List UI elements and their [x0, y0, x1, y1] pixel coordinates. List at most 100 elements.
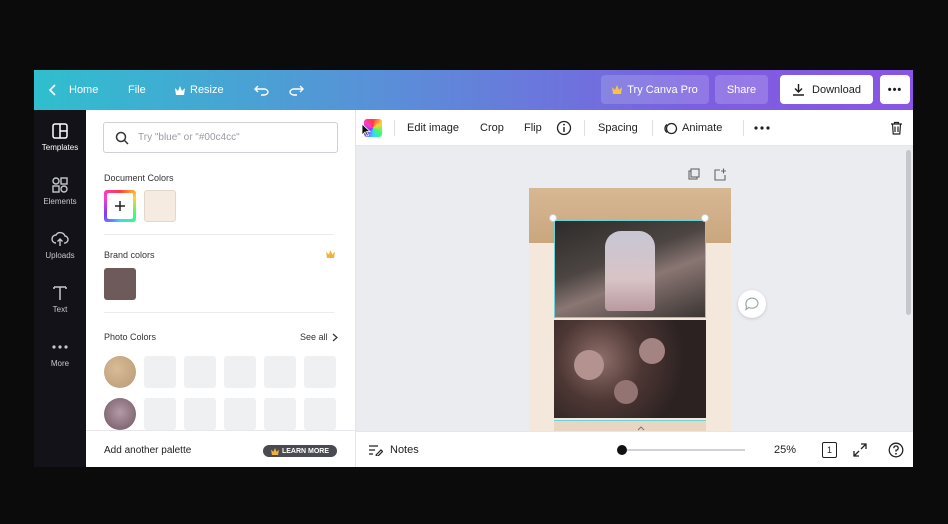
left-rail: Templates Elements Uploads Text More	[34, 110, 86, 467]
more-icon	[52, 345, 68, 349]
selected-photo-frame[interactable]	[554, 220, 706, 318]
divider	[743, 120, 744, 136]
uploads-icon	[51, 231, 69, 246]
add-color-button[interactable]	[104, 190, 136, 222]
brand-colors-title: Brand colors	[104, 250, 155, 260]
photo-color-swatch[interactable]	[184, 398, 216, 430]
crown-icon	[271, 447, 279, 455]
editor-toolbar: Edit image Crop Flip Spacing Animate	[356, 110, 913, 146]
crown-icon	[175, 85, 185, 95]
download-icon	[793, 84, 805, 96]
photo-thumbnail[interactable]	[104, 356, 136, 388]
delete-button[interactable]	[890, 110, 903, 146]
photo-rose	[639, 338, 665, 364]
notes-button[interactable]: Notes	[368, 432, 419, 467]
home-label: Home	[69, 84, 99, 96]
vertical-scrollbar[interactable]	[906, 150, 911, 315]
photo-frame[interactable]	[554, 420, 706, 431]
zoom-slider-handle[interactable]	[617, 445, 627, 455]
comment-button[interactable]	[738, 290, 766, 318]
more-options-button[interactable]: •••	[880, 75, 910, 104]
flip-button[interactable]: Flip	[524, 110, 542, 146]
resize-label: Resize	[190, 84, 224, 96]
see-all-link[interactable]: See all	[300, 332, 338, 342]
document-color-swatch[interactable]	[144, 190, 176, 222]
rail-label-text: Text	[52, 305, 68, 314]
zoom-slider[interactable]	[617, 445, 745, 455]
info-icon	[556, 120, 572, 136]
spacing-button[interactable]: Spacing	[598, 110, 638, 146]
photo-color-swatch[interactable]	[144, 356, 176, 388]
zoom-level[interactable]: 25%	[774, 444, 796, 456]
brand-color-swatch[interactable]	[104, 268, 136, 300]
rail-label-uploads: Uploads	[45, 251, 75, 260]
animate-button[interactable]: Animate	[663, 110, 722, 146]
add-page-icon[interactable]	[714, 168, 727, 181]
resize-handle[interactable]	[549, 214, 557, 222]
photo-rose	[574, 350, 604, 380]
photo-thumbnail[interactable]	[104, 398, 136, 430]
canvas-area	[356, 146, 913, 431]
rail-item-elements[interactable]: Elements	[34, 176, 86, 206]
download-label: Download	[812, 83, 861, 96]
photo-colors-title: Photo Colors	[104, 332, 157, 342]
redo-icon	[289, 85, 304, 96]
rail-item-more[interactable]: More	[34, 338, 86, 368]
notes-icon	[369, 445, 383, 456]
more-tools-button[interactable]	[754, 110, 770, 146]
plus-icon	[107, 193, 133, 219]
chevron-up-icon[interactable]	[636, 424, 646, 432]
duplicate-page-icon[interactable]	[688, 168, 700, 180]
document-colors-title: Document Colors	[104, 173, 174, 183]
color-search-input[interactable]: Try "blue" or "#00c4cc"	[103, 122, 338, 153]
add-palette-label[interactable]: Add another palette	[104, 445, 191, 456]
page-count-button[interactable]: 1	[822, 442, 837, 458]
search-placeholder: Try "blue" or "#00c4cc"	[138, 132, 240, 143]
crop-button[interactable]: Crop	[480, 110, 504, 146]
rail-label-templates: Templates	[41, 143, 79, 152]
photo-color-swatch[interactable]	[304, 398, 336, 430]
crown-icon	[612, 85, 623, 94]
design-page[interactable]	[529, 188, 731, 431]
photo-color-swatch[interactable]	[304, 356, 336, 388]
top-bar: Home File Resize Try Canva Pro Share Dow…	[34, 70, 913, 110]
photo-color-swatch[interactable]	[144, 398, 176, 430]
flip-label: Flip	[524, 122, 542, 134]
info-button[interactable]	[556, 110, 572, 146]
rail-item-text[interactable]: Text	[34, 284, 86, 314]
resize-handle[interactable]	[701, 214, 709, 222]
photo-color-swatch[interactable]	[184, 356, 216, 388]
crop-label: Crop	[480, 122, 504, 134]
divider	[584, 120, 585, 136]
learn-more-label: LEARN MORE	[281, 447, 330, 455]
divider	[394, 120, 395, 136]
templates-icon	[52, 123, 68, 139]
share-button[interactable]: Share	[715, 75, 768, 104]
redo-button[interactable]	[288, 70, 304, 110]
try-canva-pro-button[interactable]: Try Canva Pro	[601, 75, 709, 104]
photo-color-swatch[interactable]	[264, 398, 296, 430]
rail-item-uploads[interactable]: Uploads	[34, 230, 86, 260]
download-button[interactable]: Download	[780, 75, 873, 104]
comment-icon	[745, 297, 759, 311]
rail-item-templates[interactable]: Templates	[34, 122, 86, 152]
photo-color-swatch[interactable]	[224, 398, 256, 430]
photo-color-swatch[interactable]	[264, 356, 296, 388]
edit-image-button[interactable]: Edit image	[407, 110, 459, 146]
undo-button[interactable]	[254, 70, 270, 110]
spacing-label: Spacing	[598, 122, 638, 134]
fullscreen-icon[interactable]	[853, 443, 867, 457]
photo-rose	[614, 380, 638, 404]
trash-icon	[891, 121, 902, 135]
home-button[interactable]: Home	[48, 70, 98, 110]
learn-more-badge[interactable]: LEARN MORE	[263, 445, 337, 457]
animate-label: Animate	[682, 122, 723, 134]
rail-label-elements: Elements	[43, 197, 77, 206]
try-canva-pro-label: Try Canva Pro	[627, 83, 698, 96]
color-panel: Try "blue" or "#00c4cc" Document Colors …	[86, 110, 356, 467]
photo-frame[interactable]	[554, 320, 706, 418]
file-menu[interactable]: File	[128, 70, 146, 110]
photo-color-swatch[interactable]	[224, 356, 256, 388]
help-icon[interactable]	[888, 442, 904, 458]
resize-button[interactable]: Resize	[175, 70, 224, 110]
